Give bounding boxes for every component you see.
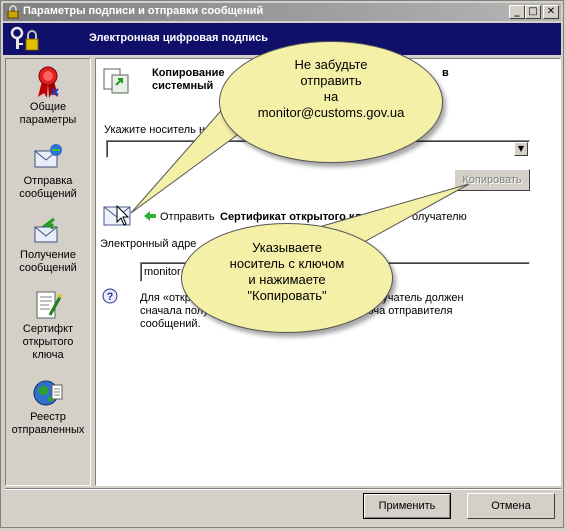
sidebar-item-label: Общие — [29, 101, 67, 113]
title-bar[interactable]: Параметры подписи и отправки сообщений _… — [3, 3, 561, 21]
copy-certificate-icon — [103, 68, 129, 94]
sidebar-item-general[interactable]: Общие параметры — [6, 65, 90, 127]
callout-top-line-1: Не забудьте — [294, 57, 368, 72]
help-line-3: сообщений. — [140, 318, 201, 330]
sidebar-item-send[interactable]: Отправка сообщений — [6, 141, 90, 201]
sidebar-item-certificate[interactable]: Сертифкт открытого ключа — [6, 289, 90, 362]
ribbon-medal-icon — [38, 66, 59, 98]
footer-divider — [5, 488, 561, 490]
certificate-icon — [36, 291, 62, 319]
media-label: Укажите носитель на кот — [104, 124, 231, 136]
arrow-left-icon — [144, 211, 156, 221]
cancel-button[interactable]: Отмена — [467, 493, 555, 519]
chevron-down-icon[interactable]: ▼ — [514, 142, 528, 156]
close-button[interactable]: ✕ — [543, 5, 559, 19]
sidebar-item-label: параметры — [19, 114, 77, 126]
window-title: Параметры подписи и отправки сообщений — [23, 5, 264, 17]
padlock-icon — [7, 5, 19, 19]
sidebar-item-label: отправленных — [11, 424, 85, 436]
sidebar-item-label: Отправка — [23, 175, 73, 187]
sidebar-item-receive[interactable]: Получение сообщений — [6, 215, 90, 275]
send-prefix: Отправить — [160, 211, 215, 223]
mouse-cursor-icon — [116, 205, 130, 226]
sidebar-item-label: Сертифкт — [22, 323, 74, 335]
sidebar-item-label: ключа — [32, 349, 64, 361]
dialog-window: Параметры подписи и отправки сообщений _… — [0, 0, 564, 528]
maximize-button[interactable]: □ — [525, 5, 541, 19]
sidebar-item-label: Реестр — [30, 411, 66, 423]
callout-top-line-3: на — [323, 89, 339, 104]
callout-bottom-line-2: носитель с ключом — [229, 256, 345, 271]
sidebar-item-label: открытого — [22, 336, 74, 348]
envelope-send-icon — [34, 144, 62, 168]
envelope-receive-icon — [34, 217, 58, 243]
minimize-button[interactable]: _ — [509, 5, 525, 19]
callout-bottom-line-4: "Копировать" — [247, 288, 327, 303]
copy-section-title-end: в — [442, 67, 449, 79]
key-lock-icon — [10, 26, 39, 51]
send-suffix: олучателю — [412, 211, 467, 223]
sidebar-item-registry[interactable]: Реестр отправленных — [6, 377, 90, 437]
callout-bottom-line-1: Указываете — [252, 240, 322, 255]
svg-text:?: ? — [107, 291, 114, 303]
callout-bottom: Указываете носитель с ключом и нажимаете… — [181, 223, 393, 333]
sidebar-item-label: сообщений — [19, 188, 77, 200]
copy-section-title-line2: системный — [152, 80, 214, 92]
help-icon: ? — [102, 288, 118, 304]
copy-button[interactable]: Копировать — [454, 169, 530, 191]
callout-bottom-line-3: и нажимаете — [248, 272, 326, 287]
apply-button[interactable]: Применить — [363, 493, 451, 519]
registry-globe-icon — [33, 380, 63, 406]
callout-top: Не забудьте отправить на monitor@customs… — [219, 41, 443, 163]
sidebar-item-label: сообщений — [19, 262, 77, 274]
send-certificate-text: Сертификат открытого кл — [220, 211, 362, 223]
copy-section-title: Копирование — [152, 67, 225, 79]
callout-top-line-4: monitor@customs.gov.ua — [257, 105, 405, 120]
callout-top-line-2: отправить — [300, 73, 362, 88]
sidebar: Общие параметры Отправка сообщений Получ… — [5, 58, 91, 486]
sidebar-item-label: Получение — [20, 249, 76, 261]
